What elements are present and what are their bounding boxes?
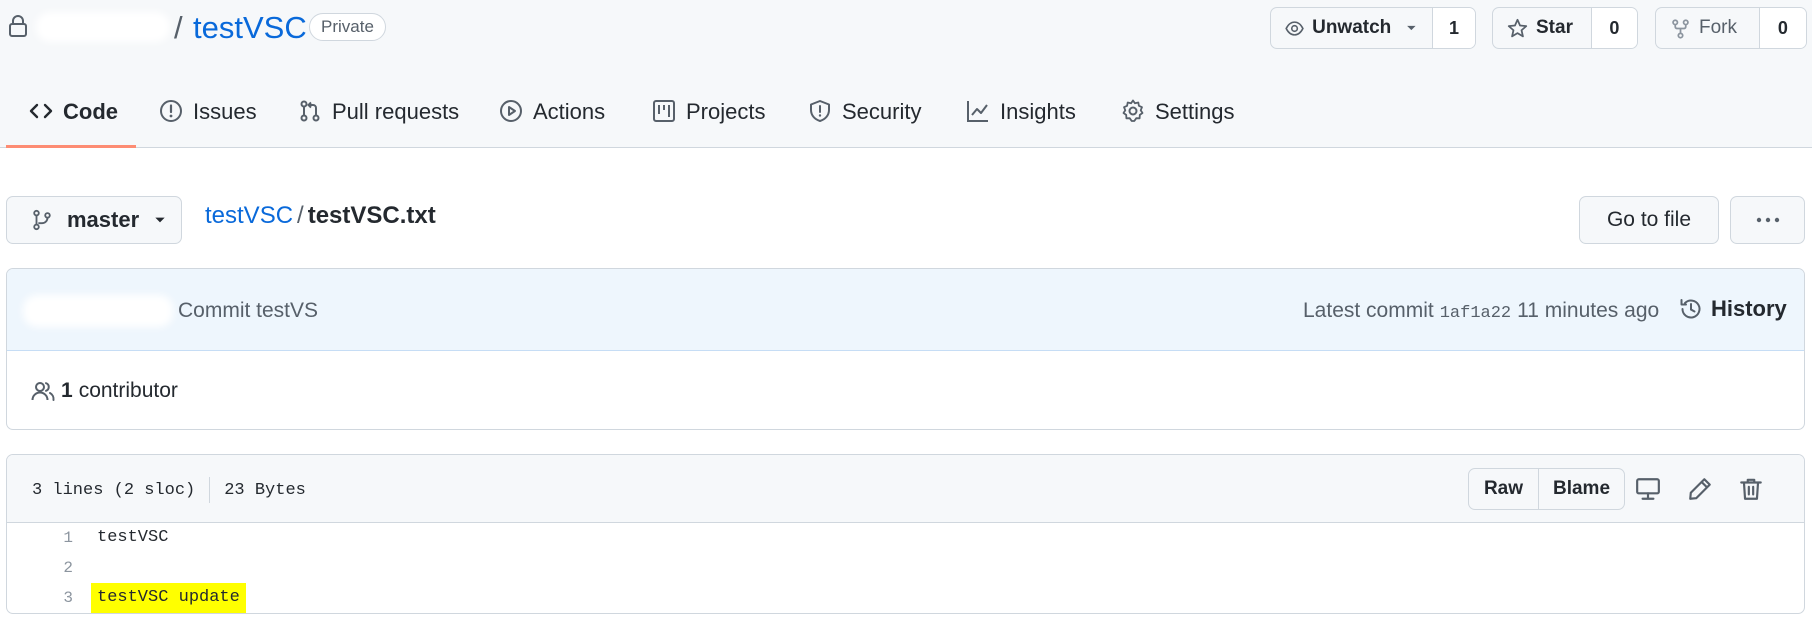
fork-label: Fork (1699, 17, 1737, 38)
tab-insights[interactable]: Insights (966, 86, 1076, 148)
eye-icon (1285, 20, 1304, 36)
unwatch-label: Unwatch (1312, 17, 1392, 38)
go-to-file-button[interactable]: Go to file (1579, 196, 1719, 244)
repo-path-separator: / (174, 10, 183, 45)
caret-down-icon (155, 217, 165, 223)
tab-actions-label: Actions (533, 99, 606, 124)
contributor-count: 1 (61, 379, 73, 402)
commit-message[interactable]: Commit testVS (178, 299, 318, 323)
branch-select-button[interactable]: master (6, 196, 182, 244)
latest-commit-label: Latest commit (1303, 299, 1434, 322)
people-icon (31, 382, 55, 401)
watchers-count[interactable]: 1 (1432, 8, 1475, 48)
commit-meta: Latest commit 1af1a22 11 minutes ago (1303, 299, 1659, 323)
unwatch-button-group: Unwatch 1 (1270, 7, 1476, 49)
line-number[interactable]: 3 (7, 583, 73, 613)
unwatch-button[interactable]: Unwatch (1271, 8, 1432, 48)
star-label: Star (1536, 17, 1573, 38)
tab-code[interactable]: Code (29, 86, 118, 148)
code-line: 1 testVSC (7, 523, 1804, 553)
tab-projects-label: Projects (686, 99, 766, 124)
shield-icon (810, 100, 830, 122)
code-lines: 1 testVSC 2 3 testVSC update (7, 523, 1804, 613)
tab-projects[interactable]: Projects (652, 86, 765, 148)
contributor-label: contributor (78, 379, 178, 402)
file-info: 3 lines (2 sloc) 23 Bytes (32, 477, 306, 503)
tab-actions[interactable]: Actions (499, 86, 605, 148)
branch-icon (33, 209, 51, 231)
line-content: testVSC (97, 528, 169, 547)
kebab-horizontal-icon (1756, 217, 1779, 223)
latest-commit-box: Commit testVS Latest commit 1af1a22 11 m… (6, 268, 1805, 430)
breadcrumb-repo-link[interactable]: testVSC (205, 202, 293, 229)
file-size: 23 Bytes (224, 480, 306, 500)
history-label: History (1711, 296, 1787, 321)
play-icon (500, 100, 522, 122)
fork-icon (1672, 18, 1689, 39)
commit-sha-link[interactable]: 1af1a22 (1440, 304, 1511, 323)
star-icon (1507, 18, 1528, 37)
line-number[interactable]: 1 (7, 523, 73, 553)
graph-icon (967, 101, 988, 122)
line-number[interactable]: 2 (7, 553, 73, 583)
trash-icon[interactable] (1738, 476, 1764, 502)
code-icon (29, 103, 53, 119)
history-icon (1680, 299, 1701, 319)
breadcrumb: testVSC / testVSC.txt (205, 202, 436, 230)
repo-header: / testVSC Private Unwatch 1 Star 0 Fork … (0, 0, 1812, 148)
tab-insights-label: Insights (1000, 99, 1076, 124)
raw-blame-group: Raw Blame (1468, 468, 1625, 510)
commit-time: 11 minutes ago (1517, 299, 1660, 322)
tab-pull-requests-label: Pull requests (332, 99, 460, 124)
tab-pull-requests[interactable]: Pull requests (298, 86, 459, 148)
breadcrumb-separator: / (297, 202, 304, 229)
lock-icon (9, 15, 27, 37)
star-button[interactable]: Star (1493, 8, 1591, 48)
gear-icon (1122, 99, 1144, 122)
caret-down-icon (1407, 25, 1416, 31)
raw-button[interactable]: Raw (1469, 469, 1539, 509)
repo-owner-redacted[interactable] (36, 12, 170, 42)
stars-count[interactable]: 0 (1590, 8, 1637, 48)
file-viewer: 3 lines (2 sloc) 23 Bytes Raw Blame 1 te… (6, 454, 1805, 614)
tab-security[interactable]: Security (808, 86, 921, 148)
tab-issues[interactable]: Issues (159, 86, 257, 148)
tab-code-label: Code (63, 99, 118, 124)
forks-count[interactable]: 0 (1758, 8, 1806, 48)
commit-author-redacted[interactable] (23, 295, 173, 327)
fork-button[interactable]: Fork (1656, 8, 1759, 48)
active-tab-indicator (6, 145, 136, 148)
line-content-highlighted: testVSC update (91, 583, 246, 613)
visibility-badge: Private (309, 13, 386, 41)
tab-settings[interactable]: Settings (1121, 86, 1235, 148)
tab-settings-label: Settings (1155, 99, 1235, 124)
file-header: 3 lines (2 sloc) 23 Bytes Raw Blame (7, 455, 1804, 523)
fork-button-group: Fork 0 (1655, 7, 1807, 49)
desktop-icon[interactable] (1635, 476, 1661, 502)
commit-bar: Commit testVS Latest commit 1af1a22 11 m… (7, 269, 1804, 351)
issue-icon (160, 100, 182, 122)
tab-issues-label: Issues (193, 99, 257, 124)
history-link[interactable]: History (1679, 296, 1787, 322)
more-options-button[interactable] (1730, 196, 1805, 244)
tab-security-label: Security (842, 99, 922, 124)
pull-request-icon (300, 100, 320, 122)
breadcrumb-file-name: testVSC.txt (307, 202, 436, 229)
project-icon (653, 100, 675, 122)
file-info-divider (209, 477, 211, 503)
pencil-icon[interactable] (1687, 476, 1713, 502)
contributors-link[interactable]: 1 contributor (31, 379, 178, 403)
blame-button[interactable]: Blame (1539, 469, 1624, 509)
code-line: 3 testVSC update (7, 583, 1804, 613)
repo-name-link[interactable]: testVSC (193, 10, 307, 46)
star-button-group: Star 0 (1492, 7, 1638, 49)
code-line: 2 (7, 553, 1804, 583)
file-line-count: 3 lines (2 sloc) (32, 480, 196, 500)
branch-name: master (67, 207, 140, 232)
